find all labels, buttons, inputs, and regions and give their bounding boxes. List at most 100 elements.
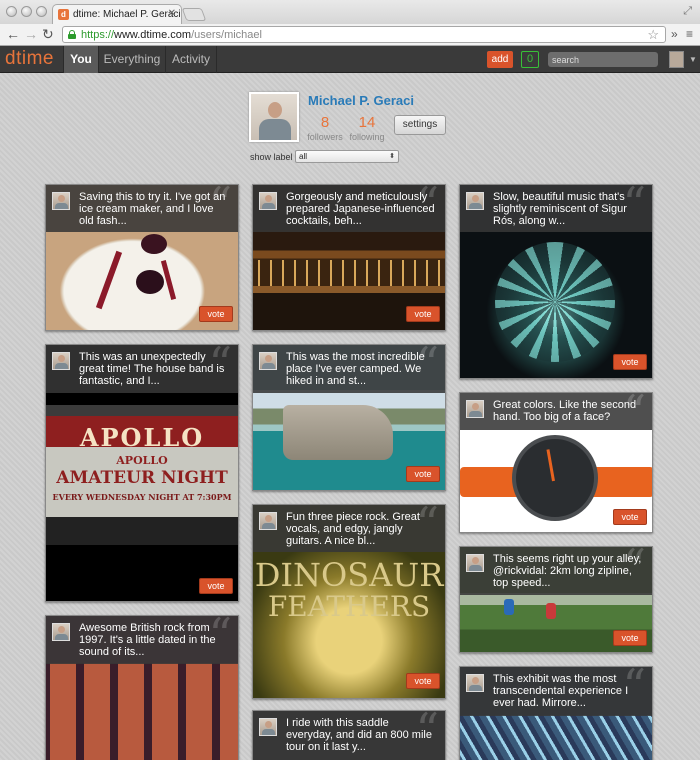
back-icon[interactable]: ←: [6, 26, 20, 42]
card-text: This seems right up your alley, @rickvid…: [493, 553, 642, 589]
vote-button[interactable]: vote: [613, 509, 647, 525]
card-author-avatar[interactable]: [259, 192, 277, 210]
browser-titlebar: d dtime: Michael P. Geraci's pr ✕ ⤢: [0, 0, 700, 24]
card-saddle[interactable]: “ I ride with this saddle everyday, and …: [252, 710, 446, 760]
label-select-value: all: [299, 152, 308, 161]
nav-tab-everything[interactable]: Everything: [99, 46, 165, 73]
menu-icon[interactable]: ≡: [686, 27, 693, 41]
card-text: This exhibit was the most transcendental…: [493, 673, 629, 709]
vote-button[interactable]: vote: [199, 578, 233, 594]
card-text: This was an unexpectedly great time! The…: [79, 351, 225, 387]
card-cocktails[interactable]: “ Gorgeously and meticulously prepared J…: [252, 184, 446, 331]
site-navbar: dtime You Everything Activity add 0 ▼: [0, 46, 700, 73]
card-header: “ Great colors. Like the second hand. To…: [460, 393, 652, 435]
apollo-sign-text: APOLLO: [79, 423, 205, 452]
url-domain: www.dtime.com: [114, 29, 192, 41]
card-header: “ Fun three piece rock. Great vocals, an…: [253, 505, 445, 552]
vote-button[interactable]: vote: [613, 630, 647, 646]
apollo-subsign-text: APOLLO: [116, 454, 168, 467]
settings-button[interactable]: settings: [394, 115, 446, 135]
extensions-overflow-icon[interactable]: »: [671, 27, 678, 41]
card-author-avatar[interactable]: [52, 623, 70, 641]
card-author-avatar[interactable]: [466, 554, 484, 572]
card-sigur-ros[interactable]: “ Slow, beautiful music that's slightly …: [459, 184, 653, 379]
user-avatar[interactable]: [669, 51, 684, 68]
vote-button[interactable]: vote: [199, 306, 233, 322]
fullscreen-icon[interactable]: ⤢: [683, 5, 692, 18]
card-text: Saving this to try it. I've got an ice c…: [79, 191, 226, 227]
card-image: [460, 715, 652, 760]
card-header: “ Slow, beautiful music that's slightly …: [460, 185, 652, 232]
label-select[interactable]: all ⬍: [295, 150, 399, 163]
profile-name[interactable]: Michael P. Geraci: [308, 93, 414, 108]
card-author-avatar[interactable]: [466, 192, 484, 210]
card-text: Slow, beautiful music that's slightly re…: [493, 191, 627, 227]
card-apollo[interactable]: APOLLO APOLLO AMATEUR NIGHT EVERY WEDNES…: [45, 344, 239, 602]
card-header: “ Saving this to try it. I've got an ice…: [46, 185, 238, 232]
card-text: This was the most incredible place I've …: [286, 351, 425, 387]
forward-icon[interactable]: →: [24, 26, 38, 42]
browser-tab[interactable]: d dtime: Michael P. Geraci's pr ✕: [52, 4, 182, 24]
card-header: “ This seems right up your alley, @rickv…: [460, 547, 652, 595]
close-window-button[interactable]: [6, 6, 17, 17]
vote-button[interactable]: vote: [406, 306, 440, 322]
amateur-night-text: AMATEUR NIGHT: [56, 468, 228, 488]
new-tab-button[interactable]: [181, 8, 207, 21]
bookmark-star-icon[interactable]: ☆: [647, 27, 659, 43]
favicon-icon: d: [58, 9, 69, 20]
page-content: Michael P. Geraci 8 followers 14 followi…: [0, 73, 700, 760]
card-text: Great colors. Like the second hand. Too …: [493, 399, 637, 423]
select-arrows-icon: ⬍: [389, 153, 395, 160]
search-input[interactable]: [548, 52, 658, 67]
lock-icon: [68, 30, 76, 39]
vote-button[interactable]: vote: [406, 466, 440, 482]
address-bar[interactable]: https://www.dtime.com/users/michael ☆: [62, 26, 666, 43]
card-exhibit[interactable]: “ This exhibit was the most transcendent…: [459, 666, 653, 760]
followers-stat[interactable]: 8 followers: [305, 114, 345, 142]
card-author-avatar[interactable]: [259, 512, 277, 530]
card-author-avatar[interactable]: [52, 352, 70, 370]
following-stat[interactable]: 14 following: [347, 114, 387, 142]
card-camping[interactable]: “ This was the most incredible place I'v…: [252, 344, 446, 491]
card-text: I ride with this saddle everyday, and di…: [286, 717, 432, 753]
card-zipline[interactable]: “ This seems right up your alley, @rickv…: [459, 546, 653, 653]
card-header: “ This was an unexpectedly great time! T…: [46, 345, 238, 393]
profile-avatar: [249, 92, 299, 142]
add-button[interactable]: add: [487, 51, 513, 68]
notification-count[interactable]: 0: [521, 51, 539, 68]
card-author-avatar[interactable]: [259, 718, 277, 736]
card-text: Fun three piece rock. Great vocals, and …: [286, 511, 420, 547]
card-header: “ Gorgeously and meticulously prepared J…: [253, 185, 445, 232]
card-author-avatar[interactable]: [52, 192, 70, 210]
browser-toolbar: ← → ↻ https://www.dtime.com/users/michae…: [0, 24, 700, 46]
card-image: [46, 663, 238, 760]
chevron-down-icon[interactable]: ▼: [689, 55, 697, 64]
zoom-window-button[interactable]: [36, 6, 47, 17]
followers-label: followers: [307, 132, 343, 142]
show-label-text: show label: [250, 152, 293, 162]
card-watch[interactable]: “ Great colors. Like the second hand. To…: [459, 392, 653, 533]
followers-count: 8: [320, 114, 330, 131]
feathers-text: FEATHERS: [267, 590, 431, 623]
card-author-avatar[interactable]: [259, 352, 277, 370]
reload-icon[interactable]: ↻: [42, 26, 54, 43]
vote-button[interactable]: vote: [406, 673, 440, 689]
card-author-avatar[interactable]: [466, 400, 484, 418]
card-text: Awesome British rock from 1997. It's a l…: [79, 622, 216, 658]
nav-tab-activity[interactable]: Activity: [166, 46, 216, 73]
following-count: 14: [358, 114, 376, 131]
site-logo[interactable]: dtime: [5, 48, 54, 70]
card-author-avatar[interactable]: [466, 674, 484, 692]
nav-tab-you[interactable]: You: [64, 46, 98, 73]
close-tab-icon[interactable]: ✕: [168, 8, 176, 19]
card-dinosaur-feathers[interactable]: DINOSAUR FEATHERS “ Fun three piece rock…: [252, 504, 446, 699]
card-header: “ Awesome British rock from 1997. It's a…: [46, 616, 238, 664]
nav-divider: [216, 46, 217, 73]
dinosaur-text: DINOSAUR: [254, 556, 444, 594]
vote-button[interactable]: vote: [613, 354, 647, 370]
minimize-window-button[interactable]: [21, 6, 32, 17]
card-british-rock[interactable]: “ Awesome British rock from 1997. It's a…: [45, 615, 239, 760]
card-ice-cream[interactable]: “ Saving this to try it. I've got an ice…: [45, 184, 239, 331]
url-path: /users/michael: [191, 29, 262, 41]
card-text: Gorgeously and meticulously prepared Jap…: [286, 191, 435, 227]
